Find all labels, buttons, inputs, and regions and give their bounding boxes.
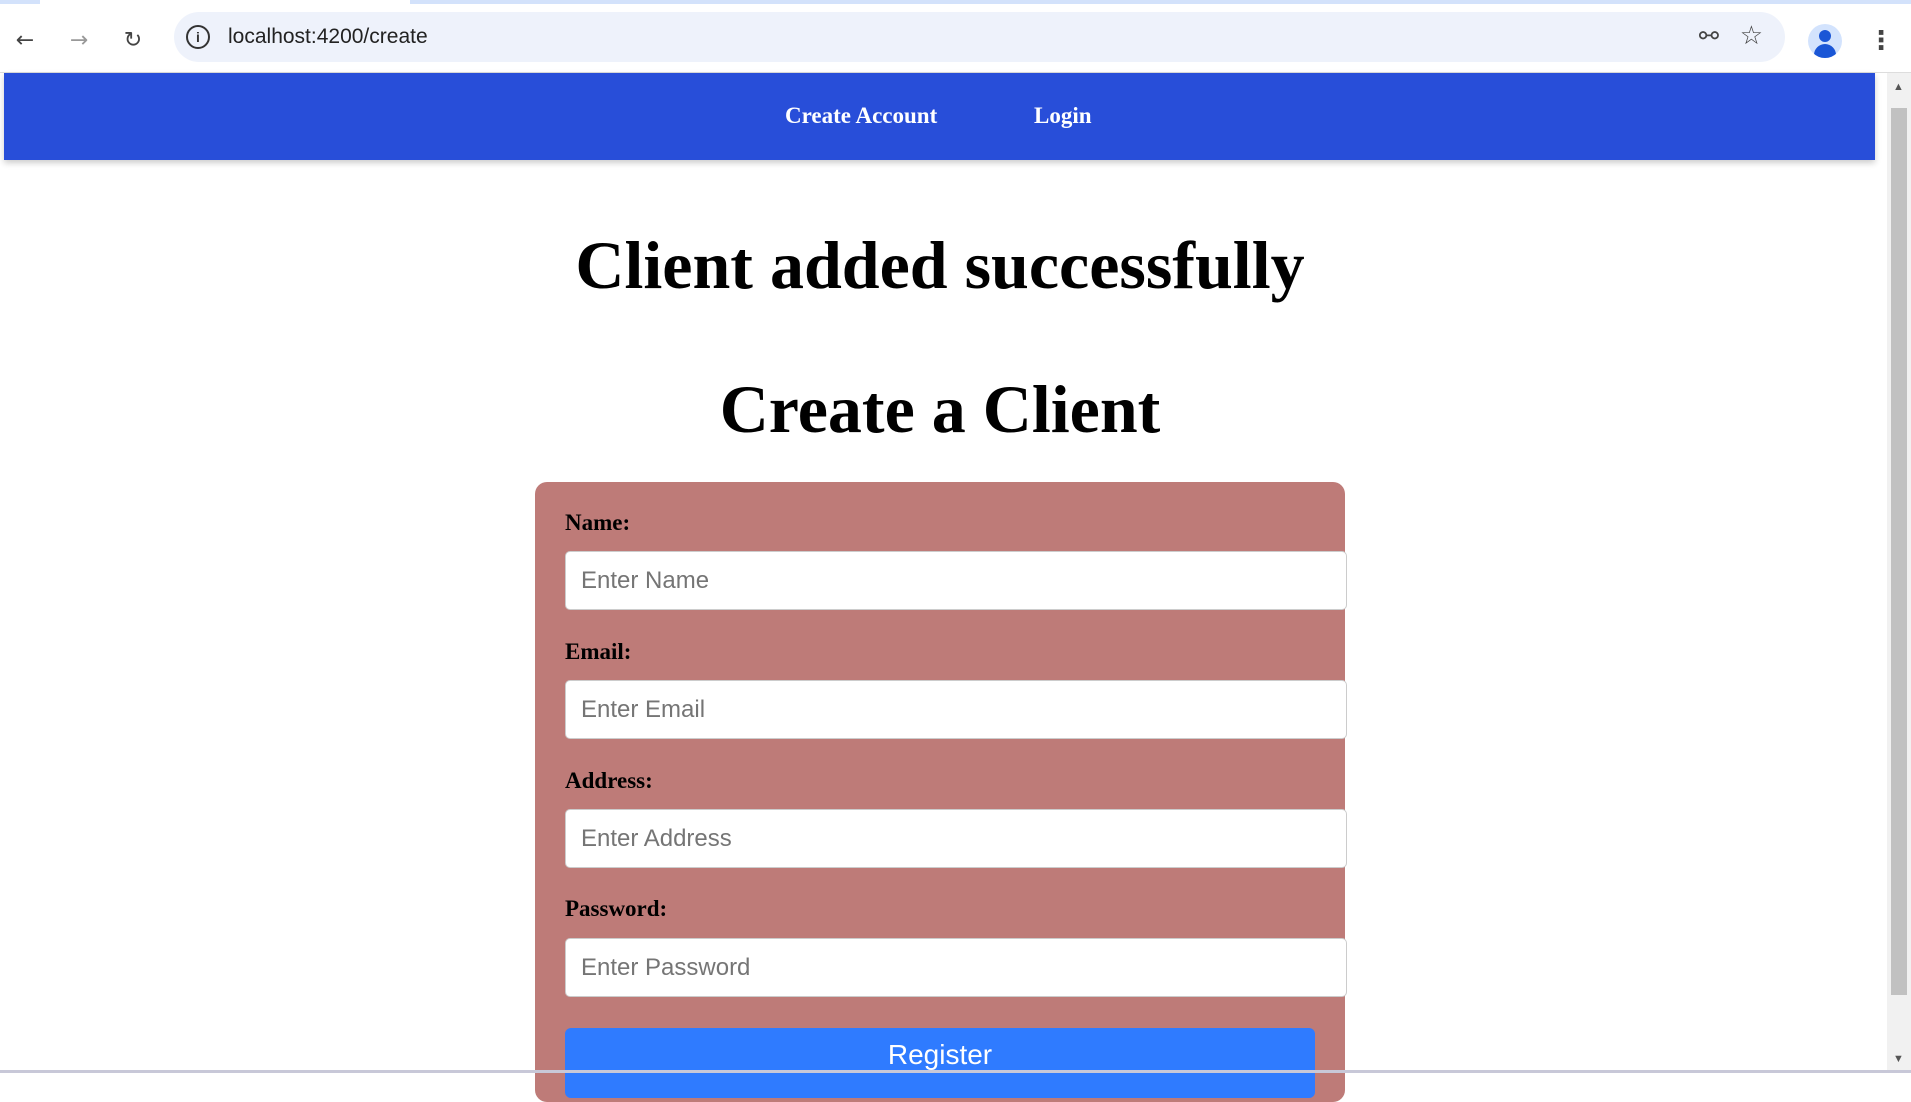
scrollbar-thumb[interactable] bbox=[1891, 108, 1907, 995]
email-input[interactable] bbox=[565, 680, 1347, 739]
page-title: Create a Client bbox=[719, 371, 1161, 447]
register-button[interactable]: Register bbox=[565, 1028, 1315, 1098]
navbar: Create Account Login bbox=[4, 73, 1875, 160]
key-icon[interactable]: ⚯ bbox=[1699, 22, 1719, 50]
url-text[interactable]: localhost:4200/create bbox=[228, 25, 428, 49]
name-label: Name: bbox=[565, 510, 631, 535]
password-input[interactable] bbox=[565, 938, 1347, 997]
info-icon[interactable]: i bbox=[186, 25, 210, 49]
scrollbar[interactable]: ▲ ▼ bbox=[1887, 73, 1911, 1073]
create-client-form: Name: Email: Address: Password: Register bbox=[535, 482, 1347, 1102]
forward-icon[interactable]: → bbox=[64, 26, 94, 56]
browser-toolbar: ← → ↻ i localhost:4200/create ⚯ ☆ ⋮ bbox=[0, 4, 1911, 73]
email-label: Email: bbox=[565, 639, 632, 664]
scroll-up-icon[interactable]: ▲ bbox=[1893, 81, 1904, 93]
address-label: Address: bbox=[565, 768, 653, 793]
profile-icon[interactable] bbox=[1808, 24, 1842, 58]
address-bar[interactable]: i localhost:4200/create ⚯ ☆ bbox=[174, 12, 1785, 62]
menu-icon[interactable]: ⋮ bbox=[1868, 24, 1894, 58]
name-input[interactable] bbox=[565, 551, 1347, 610]
back-icon[interactable]: ← bbox=[10, 26, 40, 56]
password-label: Password: bbox=[565, 896, 668, 921]
reload-icon[interactable]: ↻ bbox=[118, 26, 148, 56]
success-message: Client added successfully bbox=[575, 227, 1305, 303]
nav-create-account[interactable]: Create Account bbox=[785, 103, 937, 129]
scroll-down-icon[interactable]: ▼ bbox=[1893, 1053, 1904, 1065]
address-input[interactable] bbox=[565, 809, 1347, 868]
star-icon[interactable]: ☆ bbox=[1740, 21, 1763, 51]
nav-login[interactable]: Login bbox=[1034, 103, 1092, 129]
